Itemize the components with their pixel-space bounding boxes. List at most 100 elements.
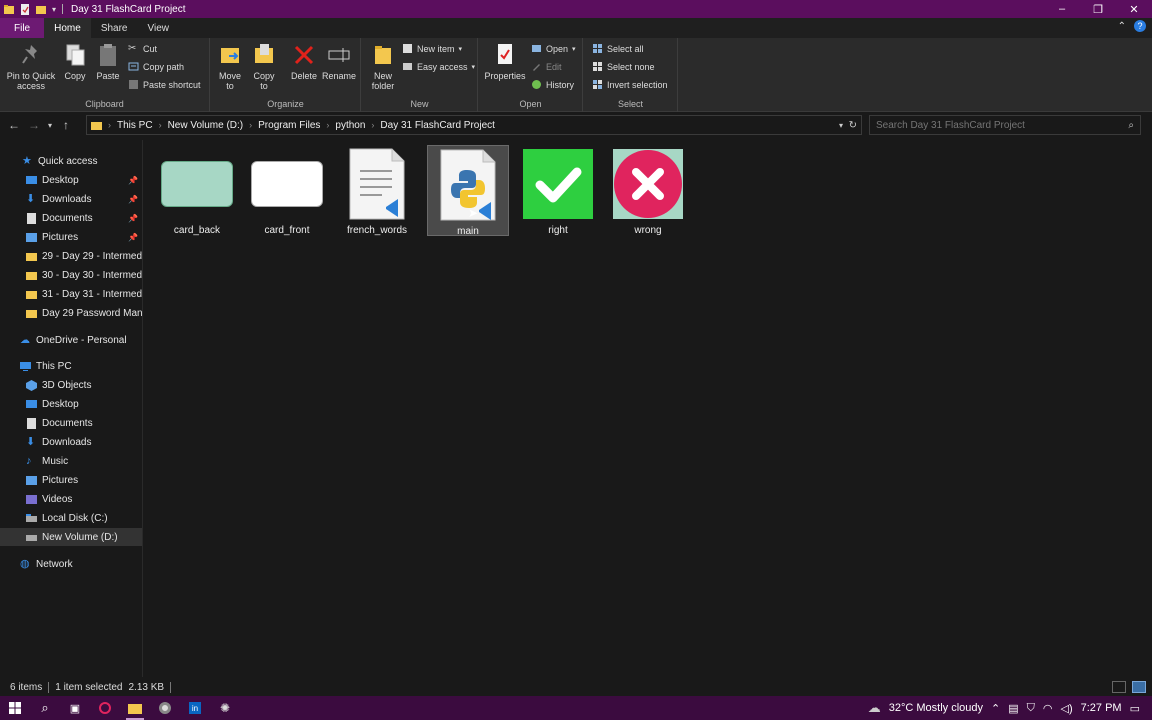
refresh-icon[interactable]: ↻	[849, 120, 857, 131]
clock-time[interactable]: 7:27 PM	[1081, 702, 1122, 714]
help-icon[interactable]: ?	[1134, 20, 1146, 32]
address-bar[interactable]: › This PC › New Volume (D:) › Program Fi…	[86, 115, 862, 135]
nav-item-local-disk-c[interactable]: Local Disk (C:)	[0, 509, 142, 527]
cut-button[interactable]: ✂ Cut	[128, 43, 157, 54]
breadcrumb-chevron-icon[interactable]: ›	[157, 120, 164, 130]
nav-item-pc-pictures[interactable]: Pictures	[0, 471, 142, 489]
back-arrow-icon[interactable]: ←	[4, 118, 24, 132]
nav-item-desktop[interactable]: Desktop 📌	[0, 171, 142, 189]
nav-item-documents[interactable]: Documents 📌	[0, 209, 142, 227]
up-arrow-icon[interactable]: ↑	[56, 118, 76, 132]
search-box[interactable]: ⌕	[869, 115, 1141, 135]
file-item-wrong[interactable]: wrong	[607, 145, 689, 236]
nav-item-music[interactable]: ♪ Music	[0, 452, 142, 470]
new-folder-icon[interactable]	[36, 4, 46, 15]
nav-item-pc-documents[interactable]: Documents	[0, 414, 142, 432]
nav-item-pc-desktop[interactable]: Desktop	[0, 395, 142, 413]
file-item-french-words[interactable]: french_words	[336, 145, 418, 236]
close-button[interactable]: ✕	[1116, 0, 1152, 18]
notifications-icon[interactable]: ▭	[1130, 702, 1140, 715]
file-item-right[interactable]: right	[517, 145, 599, 236]
copy-to-button[interactable]: Copy to	[251, 42, 277, 91]
nav-onedrive[interactable]: ☁ OneDrive - Personal	[0, 331, 142, 349]
nav-item-new-volume-d[interactable]: New Volume (D:)	[0, 528, 142, 546]
paste-shortcut-button[interactable]: Paste shortcut	[128, 79, 201, 90]
easy-access-button[interactable]: Easy access ▾	[402, 61, 475, 72]
move-to-button[interactable]: Move to	[217, 42, 243, 91]
nav-item-3d-objects[interactable]: 3D Objects	[0, 376, 142, 394]
breadcrumb-python[interactable]: python	[331, 120, 369, 131]
folder-icon[interactable]	[4, 4, 14, 15]
breadcrumb-chevron-icon[interactable]: ›	[324, 120, 331, 130]
nav-quick-access[interactable]: ★ Quick access	[0, 152, 142, 170]
new-folder-button[interactable]: New folder	[368, 42, 398, 91]
forward-arrow-icon[interactable]: →	[24, 118, 44, 132]
nav-this-pc[interactable]: This PC	[0, 357, 142, 375]
edit-button[interactable]: Edit	[531, 61, 562, 72]
copy-path-button[interactable]: Copy path	[128, 61, 184, 72]
pycharm-app-icon[interactable]: ✺	[210, 696, 240, 720]
collapse-ribbon-chevron-icon[interactable]: ⌃	[1118, 21, 1126, 32]
nav-item-videos[interactable]: Videos	[0, 490, 142, 508]
history-button[interactable]: History	[531, 79, 574, 90]
selection-count: 1 item selected	[55, 681, 123, 693]
recent-locations-chevron-icon[interactable]: ▾	[44, 121, 56, 130]
search-icon[interactable]: ⌕	[1128, 120, 1134, 131]
select-none-button[interactable]: Select none	[592, 61, 655, 72]
wifi-icon[interactable]: ◠	[1043, 702, 1053, 715]
properties-button[interactable]: Properties	[483, 42, 527, 81]
weather-cloud-icon[interactable]: ☁	[868, 700, 881, 716]
breadcrumb-this-pc[interactable]: This PC	[113, 120, 157, 131]
tray-chevron-up-icon[interactable]: ⌃	[991, 702, 1000, 715]
delete-button[interactable]: Delete	[289, 42, 319, 81]
file-explorer-taskbar-icon[interactable]	[120, 696, 150, 720]
new-item-button[interactable]: New item ▾	[402, 43, 462, 54]
breadcrumb-chevron-icon[interactable]: ›	[247, 120, 254, 130]
address-dropdown-chevron-icon[interactable]: ▾	[839, 121, 843, 130]
large-icons-view-icon[interactable]	[1132, 681, 1146, 693]
nav-item-day31-folder[interactable]: 31 - Day 31 - Intermedia	[0, 285, 142, 303]
chrome-browser-icon[interactable]	[150, 696, 180, 720]
nav-item-pc-downloads[interactable]: ⬇ Downloads	[0, 433, 142, 451]
file-item-card-front[interactable]: card_front	[246, 145, 328, 236]
tab-share[interactable]: Share	[91, 18, 138, 38]
nav-item-day29-folder[interactable]: 29 - Day 29 - Intermedia	[0, 247, 142, 265]
breadcrumb-chevron-icon[interactable]: ›	[106, 120, 113, 130]
file-item-main[interactable]: main ➤	[427, 145, 509, 237]
customize-toolbar-chevron-icon[interactable]: ▾	[52, 5, 56, 14]
tab-view[interactable]: View	[138, 18, 180, 38]
nav-item-downloads[interactable]: ⬇ Downloads 📌	[0, 190, 142, 208]
volume-icon[interactable]: ◁)	[1061, 702, 1073, 715]
nav-network[interactable]: ◍ Network	[0, 555, 142, 573]
paste-button[interactable]: Paste	[94, 42, 122, 81]
taskbar-search-icon[interactable]: ⌕	[30, 696, 60, 720]
invert-selection-button[interactable]: Invert selection	[592, 79, 668, 90]
windows-start-icon[interactable]	[0, 696, 30, 720]
tray-shield-icon[interactable]: ⛉	[1027, 702, 1035, 715]
details-view-icon[interactable]	[1112, 681, 1126, 693]
breadcrumb-program-files[interactable]: Program Files	[254, 120, 324, 131]
copy-button[interactable]: Copy	[62, 42, 88, 81]
weather-text[interactable]: 32°C Mostly cloudy	[889, 702, 983, 714]
open-button[interactable]: Open ▾	[531, 43, 576, 54]
breadcrumb-day-31-flashcard-project[interactable]: Day 31 FlashCard Project	[376, 120, 499, 131]
pin-to-quick-access-button[interactable]: Pin to Quick access	[4, 42, 58, 91]
nav-item-pictures[interactable]: Pictures 📌	[0, 228, 142, 246]
select-all-button[interactable]: Select all	[592, 43, 644, 54]
opera-browser-icon[interactable]	[90, 696, 120, 720]
nav-item-day30-folder[interactable]: 30 - Day 30 - Intermedia	[0, 266, 142, 284]
tray-app-icon[interactable]: ▤	[1008, 702, 1018, 715]
tab-file[interactable]: File	[0, 18, 45, 38]
file-item-card-back[interactable]: card_back	[156, 145, 238, 236]
search-input[interactable]	[876, 119, 1116, 131]
tab-home[interactable]: Home	[44, 18, 91, 38]
minimize-button[interactable]: –	[1044, 0, 1080, 18]
breadcrumb-new-volume[interactable]: New Volume (D:)	[164, 120, 248, 131]
breadcrumb-chevron-icon[interactable]: ›	[369, 120, 376, 130]
maximize-button[interactable]: ❐	[1080, 0, 1116, 18]
properties-icon[interactable]	[20, 3, 30, 15]
linkedin-icon[interactable]: in	[180, 696, 210, 720]
rename-button[interactable]: Rename	[321, 42, 357, 81]
task-view-icon[interactable]: ▣	[60, 696, 90, 720]
nav-item-password-manager-folder[interactable]: Day 29 Password Mana	[0, 304, 142, 322]
